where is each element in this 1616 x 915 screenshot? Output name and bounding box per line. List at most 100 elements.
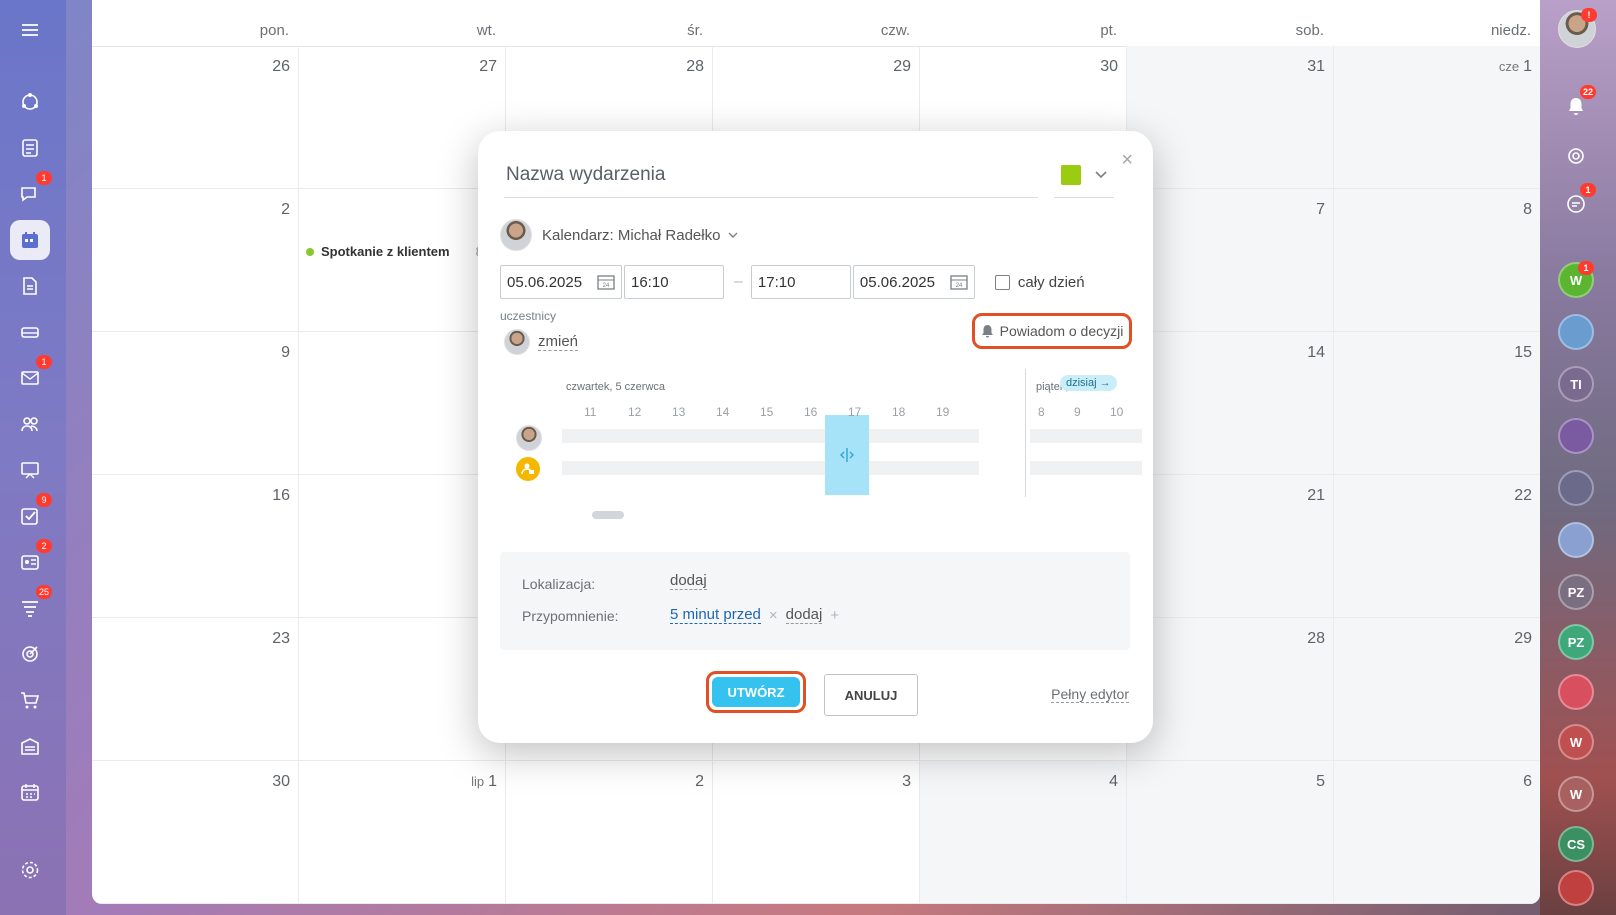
add-reminder-link[interactable]: dodaj [785,606,823,624]
day-number: 21 [1307,487,1325,505]
day-cell[interactable]: 9 [92,332,299,475]
planner-hour: 16 [804,405,818,419]
day-cell[interactable]: 5 [1127,761,1334,904]
day-cell[interactable]: 7 [1127,189,1334,332]
notify-on-decision-button[interactable]: Powiadom o decyzji [972,313,1132,349]
day-cell[interactable]: 21 [1127,475,1334,618]
sidebar-tasks-item[interactable]: 9 [10,493,52,536]
sidebar-chat-item[interactable]: 1 [10,171,52,214]
day-cell[interactable]: 31 [1127,46,1334,189]
chat-avatar[interactable] [1558,674,1594,710]
calendar-label: Kalendarz: Michał Radełko [542,226,721,244]
bell-icon[interactable]: 22 [1558,85,1596,124]
selected-time-slot[interactable] [825,415,869,495]
notification-badge: 2 [36,539,52,553]
plus-icon[interactable]: + [830,607,839,624]
day-cell[interactable]: cze 1 [1334,46,1540,189]
notification-badge: 1 [1578,261,1594,275]
full-editor-link[interactable]: Pełny edytor [1051,686,1129,703]
sidebar-drive-item[interactable] [10,312,50,352]
sidebar-warehouse-item[interactable] [10,726,50,766]
day-cell[interactable]: 2 [92,189,299,332]
day-cell[interactable]: 14 [1127,332,1334,475]
chat-avatar[interactable] [1558,522,1594,558]
date-to-field[interactable]: 05.06.2025 24 [852,265,975,299]
day-value: 4 [1109,773,1118,790]
sidebar-board-item[interactable] [10,450,50,490]
color-picker[interactable] [1054,153,1114,198]
day-value: 9 [281,344,290,361]
day-number: 28 [1307,630,1325,648]
sidebar-mail-item[interactable]: 1 [10,355,52,398]
all-day-checkbox[interactable] [994,274,1010,290]
chat-avatar[interactable] [1558,314,1594,350]
day-cell[interactable]: 30 [92,761,299,904]
time-to-field[interactable]: 17:10 [750,265,851,299]
target-icon[interactable] [1558,138,1594,174]
day-cell[interactable]: 2 [506,761,713,904]
day-cell[interactable] [299,475,506,618]
time-from-field[interactable]: 16:10 [624,265,724,299]
cancel-button[interactable]: ANULUJ [824,674,918,716]
calendar-selector[interactable]: Kalendarz: Michał Radełko [500,219,738,251]
availability-planner[interactable]: czwartek, 5 czerwca piątek, 6 dzisiaj → … [500,369,1142,525]
chat-avatar[interactable]: W1 [1558,261,1594,298]
day-cell[interactable]: 16 [92,475,299,618]
reminder-value[interactable]: 5 minut przed [670,606,761,624]
day-number: 29 [893,58,911,76]
sidebar-target-item[interactable] [10,634,50,674]
new-event-popup: × Kalendarz: Michał Radełko 05.06.2025 2… [478,131,1153,743]
date-from-field[interactable]: 05.06.2025 24 [500,265,622,299]
chat-avatar[interactable]: PZ [1558,574,1594,610]
day-cell[interactable]: 15 [1334,332,1540,475]
sidebar-menu-item[interactable] [10,10,50,50]
chat-avatar[interactable] [1558,870,1594,906]
add-location-link[interactable]: dodaj [670,572,707,590]
event-name-input[interactable] [504,153,1038,198]
all-day-toggle[interactable]: cały dzień [994,274,1085,291]
sidebar-settings-item[interactable] [10,850,50,890]
chat-avatar[interactable]: PZ [1558,624,1594,660]
sidebar-crm-item[interactable]: 2 [10,539,52,582]
chat-icon[interactable]: 1 [1558,183,1596,222]
create-button[interactable]: UTWÓRZ [706,671,806,713]
sidebar-calendar-item[interactable] [10,220,50,260]
sidebar-feed-item[interactable] [10,128,50,168]
day-cell[interactable]: lip 1 [299,761,506,904]
sidebar-people-item[interactable] [10,404,50,444]
chat-avatar[interactable]: TI [1558,366,1594,402]
chat-avatar[interactable] [1558,470,1594,506]
day-cell[interactable]: 4 [920,761,1127,904]
user-avatar[interactable]: ! [1558,8,1597,48]
day-cell[interactable]: 26 [92,46,299,189]
chat-avatar[interactable] [1558,418,1594,454]
sidebar-funnel-item[interactable]: 25 [10,585,52,628]
sidebar-cart-item[interactable] [10,680,50,720]
day-number: 14 [1307,344,1325,362]
change-participants-link[interactable]: zmień [538,333,579,351]
day-cell[interactable]: 29 [1334,618,1540,761]
sidebar-schedule-item[interactable] [10,772,50,812]
chat-avatar[interactable]: CS [1558,826,1594,862]
sidebar-network-item[interactable] [10,82,50,122]
planner-scrollbar[interactable] [592,511,624,519]
remove-reminder-icon[interactable]: × [769,607,778,624]
day-cell[interactable]: 28 [1127,618,1334,761]
day-cell[interactable]: 6 [1334,761,1540,904]
close-icon[interactable]: × [1121,149,1133,172]
chat-avatar[interactable]: W [1558,724,1594,760]
day-cell[interactable]: 22 [1334,475,1540,618]
day-cell[interactable]: Spotkanie z klientem8 [299,189,506,332]
calendar-event[interactable]: Spotkanie z klientem8 [306,244,483,259]
day-cell[interactable]: 8 [1334,189,1540,332]
day-cell[interactable] [299,332,506,475]
day-cell[interactable] [299,618,506,761]
today-button[interactable]: dzisiaj → [1060,375,1117,391]
sidebar-document-item[interactable] [10,266,50,306]
day-cell[interactable]: 3 [713,761,920,904]
chat-avatar[interactable]: W [1558,776,1594,812]
day-cell[interactable]: 23 [92,618,299,761]
day-value: 28 [1307,630,1325,647]
day-cell[interactable]: 27 [299,46,506,189]
chat-avatar-initials: CS [1566,836,1586,852]
